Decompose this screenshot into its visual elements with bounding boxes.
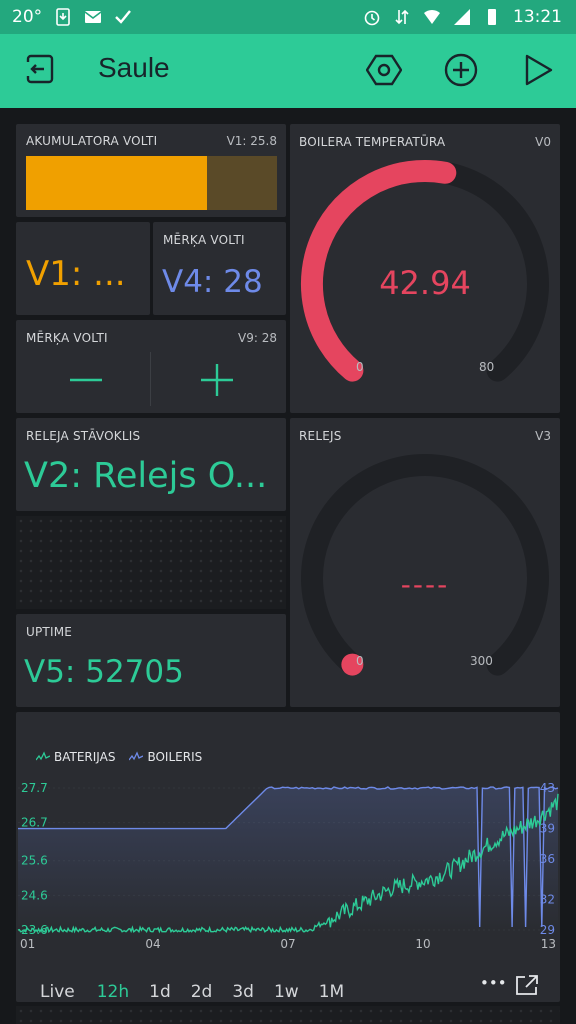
v1-value-widget[interactable]: V1: ...: [16, 222, 150, 315]
signal-icon: [454, 9, 470, 25]
gauge-svg: [301, 454, 549, 676]
fullscreen-icon[interactable]: [515, 974, 539, 996]
battery-icon: [488, 9, 496, 25]
widget-label: AKUMULATORA VOLTI: [26, 134, 158, 148]
step-divider: [150, 352, 151, 406]
tab-1m[interactable]: 1M: [319, 982, 344, 1002]
settings-hexagon-icon[interactable]: [366, 52, 402, 88]
widget-label: MĒRĶA VOLTI: [163, 233, 245, 247]
v4-value: V4: 28: [162, 264, 263, 300]
plus-icon: [201, 364, 233, 396]
back-to-projects-icon[interactable]: [22, 52, 58, 88]
left-tick-label: 27.7: [21, 781, 48, 795]
step-control-widget: MĒRĶA VOLTI V9: 28: [16, 320, 286, 413]
download-icon: [56, 8, 70, 26]
x-axis-ticks: 01 04 07 10 13: [20, 937, 556, 950]
legend-label: BATERIJAS: [54, 750, 116, 764]
tab-1w[interactable]: 1w: [274, 982, 299, 1002]
widget-label: UPTIME: [26, 625, 73, 639]
gauge-value: ----: [400, 568, 450, 601]
history-chart-widget[interactable]: BATERIJAS BOILERIS 27.7 26.7 25.6 24.6 2…: [16, 712, 560, 1010]
app-root: 20° 13:21 Saule AKUMULATORA VOLTI V1: 25…: [0, 0, 576, 1024]
boiler-temperature-gauge[interactable]: BOILERA TEMPERATŪRA V0 42.94 0 80: [290, 124, 560, 413]
minus-button[interactable]: [66, 350, 106, 410]
clock-text: 13:21: [513, 7, 562, 27]
gauge-max: 300: [470, 654, 493, 668]
data-arrows-icon: [395, 9, 409, 25]
x-tick-label: 10: [415, 937, 430, 950]
empty-grid-cells: [16, 516, 286, 609]
right-tick-label: 39: [540, 822, 555, 836]
tab-3d[interactable]: 3d: [232, 982, 254, 1002]
empty-grid-cells-bottom: [16, 1006, 560, 1024]
level-track: [26, 156, 277, 210]
gauge-min: 0: [356, 654, 364, 668]
battery-level-widget[interactable]: AKUMULATORA VOLTI V1: 25.8: [16, 124, 286, 217]
relay-gauge[interactable]: RELEJS V3 ---- 0 300: [290, 418, 560, 707]
uptime-widget[interactable]: UPTIME V5: 52705: [16, 614, 286, 707]
level-fill: [26, 156, 207, 210]
x-tick-label: 01: [20, 937, 35, 950]
legend-item-baterijas: BATERIJAS: [36, 750, 115, 764]
widget-pin: V9: 28: [238, 331, 277, 345]
play-icon[interactable]: [520, 52, 556, 88]
relay-state-value: V2: Relejs O...: [24, 456, 268, 496]
left-tick-label: 23.6: [21, 923, 48, 937]
v4-value-widget[interactable]: MĒRĶA VOLTI V4: 28: [153, 222, 286, 315]
widget-label: RELEJA STĀVOKLIS: [26, 429, 141, 443]
gauge-value: 42.94: [379, 264, 471, 302]
left-tick-label: 25.6: [21, 854, 48, 868]
x-tick-label: 04: [145, 937, 160, 950]
status-bar: 20° 13:21: [0, 0, 576, 34]
left-tick-label: 24.6: [21, 888, 48, 902]
tab-1d[interactable]: 1d: [149, 982, 171, 1002]
legend-line-icon: [129, 751, 144, 761]
gauge-track: [301, 454, 549, 676]
legend-line-icon: [36, 751, 50, 761]
chart-plot: 27.7 26.7 25.6 24.6 23.6 43 39 36 32 29 01 04 07 10…: [17, 781, 559, 950]
widget-label: MĒRĶA VOLTI: [26, 331, 108, 345]
plus-button[interactable]: [197, 350, 237, 410]
v1-value: V1: ...: [26, 254, 126, 294]
chart-legend: BATERIJAS BOILERIS: [36, 750, 202, 764]
right-tick-label: 43: [540, 781, 555, 795]
widget-pin: V1: 25.8: [226, 134, 277, 148]
add-widget-icon[interactable]: [443, 52, 479, 88]
tab-live[interactable]: Live: [40, 982, 75, 1002]
x-tick-label: 07: [280, 937, 295, 950]
uptime-value: V5: 52705: [24, 654, 184, 690]
tab-2d[interactable]: 2d: [191, 982, 213, 1002]
more-options-icon[interactable]: •••: [480, 974, 507, 992]
left-tick-label: 26.7: [21, 816, 48, 830]
check-app-icon: [115, 10, 132, 24]
x-tick-label: 13: [541, 937, 556, 950]
temperature-text: 20°: [12, 7, 43, 27]
legend-label: BOILERIS: [147, 750, 203, 764]
relay-state-widget[interactable]: RELEJA STĀVOKLIS V2: Relejs O...: [16, 418, 286, 511]
minus-icon: [70, 378, 102, 382]
gauge-min: 0: [356, 360, 364, 374]
legend-item-boileris: BOILERIS: [129, 750, 202, 764]
dashboard: AKUMULATORA VOLTI V1: 25.8 V1: ... MĒRĶA…: [0, 108, 576, 1024]
wifi-icon: [424, 9, 440, 24]
gauge-max: 80: [479, 360, 495, 374]
right-tick-label: 29: [540, 923, 555, 937]
time-range-tabs: Live 12h 1d 2d 3d 1w 1M: [40, 974, 344, 1010]
project-title: Saule: [98, 52, 170, 83]
right-tick-label: 32: [540, 893, 555, 907]
right-tick-label: 36: [540, 852, 555, 866]
mail-icon: [84, 11, 102, 23]
alarm-icon: [364, 10, 380, 26]
app-bar: Saule: [0, 34, 576, 108]
